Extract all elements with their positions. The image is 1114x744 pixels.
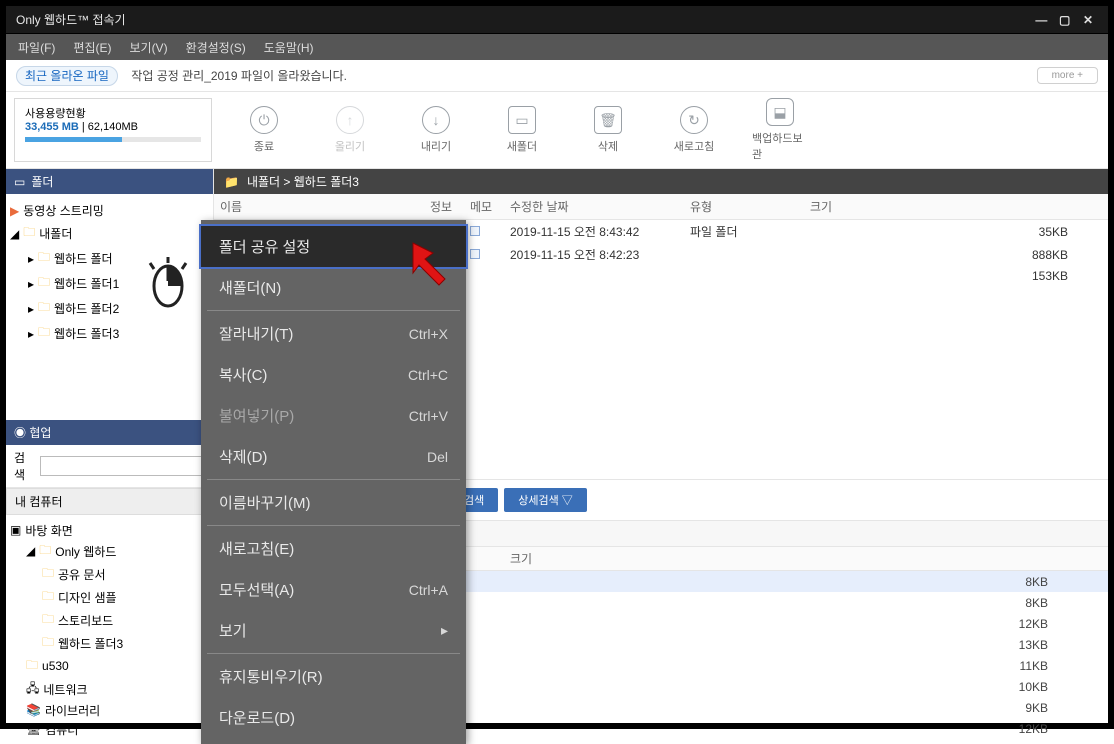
download-icon: ↓ <box>422 106 450 134</box>
mouse-right-click-icon <box>138 251 198 311</box>
upload-icon: ↑ <box>336 106 364 134</box>
maximize-button[interactable]: ▢ <box>1055 13 1075 27</box>
local-share[interactable]: 🗀공유 문서 <box>42 563 209 586</box>
collab-panel-header: ◉ 협업 <box>6 420 213 445</box>
toolbar: ⏻종료 ↑올리기 ↓내리기 ▭새폴더 🗑삭제 ↻새로고침 ⬓백업하드보관 <box>220 92 1108 168</box>
disk-icon: ⬓ <box>766 98 794 126</box>
col-type[interactable]: 유형 <box>684 194 804 220</box>
ctx-delete[interactable]: 삭제(D)Del <box>201 436 466 477</box>
ctx-empty-trash[interactable]: 휴지통비우기(R) <box>201 656 466 697</box>
col-name[interactable]: 이름 <box>214 194 424 220</box>
red-arrow-icon <box>411 241 461 291</box>
tree-streaming[interactable]: ▶동영상 스트리밍 <box>10 200 209 221</box>
folder-icon: 🗀 <box>23 223 35 244</box>
recent-message: 작업 공정 관리_2019 파일이 올라왔습니다. <box>131 69 347 83</box>
local-web3[interactable]: 🗀웹하드 폴더3 <box>42 632 209 655</box>
toolbar-exit[interactable]: ⏻종료 <box>236 106 292 154</box>
local-panel-header: 내 컴퓨터 <box>6 488 213 515</box>
ctx-rename[interactable]: 이름바꾸기(M) <box>201 482 466 523</box>
menu-help[interactable]: 도움말(H) <box>264 39 314 56</box>
context-menu: 폴더 공유 설정 새폴더(N) 잘라내기(T)Ctrl+X 복사(C)Ctrl+… <box>201 220 466 744</box>
toolbar-delete[interactable]: 🗑삭제 <box>580 106 636 154</box>
local-tree: ▣ 바탕 화면 ◢ 🗀Only 웹하드 🗀공유 문서 🗀디자인 샘플 🗀스토리보… <box>6 515 213 741</box>
recent-tag[interactable]: 최근 올라온 파일 <box>16 66 118 86</box>
folder-icon: 🗀 <box>38 298 50 319</box>
local-u530[interactable]: 🗀u530 <box>26 655 209 678</box>
memo-icon[interactable] <box>470 249 480 259</box>
toolbar-backup[interactable]: ⬓백업하드보관 <box>752 98 808 162</box>
close-button[interactable]: ✕ <box>1078 13 1098 27</box>
power-icon: ⏻ <box>250 106 278 134</box>
usage-bar <box>25 137 201 142</box>
col-size[interactable]: 크기 <box>804 194 1108 220</box>
search-label: 검색 <box>14 449 34 483</box>
local-story[interactable]: 🗀스토리보드 <box>42 609 209 632</box>
minimize-button[interactable]: — <box>1031 13 1051 27</box>
recent-bar: 최근 올라온 파일 작업 공정 관리_2019 파일이 올라왔습니다. more… <box>6 60 1108 92</box>
local-design[interactable]: 🗀디자인 샘플 <box>42 586 209 609</box>
toolbar-download[interactable]: ↓내리기 <box>408 106 464 154</box>
trash-icon: 🗑 <box>594 106 622 134</box>
ctx-download[interactable]: 다운로드(D) <box>201 697 466 738</box>
tree-myfolder[interactable]: ◢ 🗀내폴더 <box>10 221 209 246</box>
ctx-paste[interactable]: 불여넣기(P)Ctrl+V <box>201 395 466 436</box>
local-network[interactable]: 🖧 네트워크 <box>26 678 209 701</box>
more-button[interactable]: more + <box>1037 67 1098 84</box>
col-date[interactable]: 수정한 날짜 <box>504 194 684 220</box>
search-advanced-button[interactable]: 상세검색 ▽ <box>504 488 587 512</box>
ctx-select-all[interactable]: 모두선택(A)Ctrl+A <box>201 569 466 610</box>
toolbar-upload[interactable]: ↑올리기 <box>322 106 378 154</box>
remote-breadcrumb: 📁 내폴더 > 웹하드 폴더3 <box>214 169 1108 194</box>
local-library[interactable]: 📚 라이브러리 <box>26 701 209 720</box>
ctx-refresh[interactable]: 새로고침(E) <box>201 528 466 569</box>
remote-search-row: 검색 <box>6 445 213 488</box>
menu-file[interactable]: 파일(F) <box>18 39 55 56</box>
folder-icon: 🗀 <box>38 273 50 294</box>
tree-child[interactable]: ▸ 🗀웹하드 폴더3 <box>28 321 209 346</box>
memo-icon[interactable] <box>470 226 480 236</box>
usage-total: 62,140MB <box>88 121 138 133</box>
menu-view[interactable]: 보기(V) <box>129 39 167 56</box>
ctx-cut[interactable]: 잘라내기(T)Ctrl+X <box>201 313 466 354</box>
menubar: 파일(F) 편집(E) 보기(V) 환경설정(S) 도움말(H) <box>6 34 1108 60</box>
remote-search-input[interactable] <box>40 456 205 476</box>
window-buttons: — ▢ ✕ <box>1031 13 1098 27</box>
folder-panel-header: ▭ 폴더 <box>6 169 213 194</box>
ctx-view[interactable]: 보기▸ <box>201 610 466 651</box>
menu-edit[interactable]: 편집(E) <box>73 39 111 56</box>
toolbar-newfolder[interactable]: ▭새폴더 <box>494 106 550 154</box>
refresh-icon: ↻ <box>680 106 708 134</box>
local-onlyweb[interactable]: ◢ 🗀Only 웹하드 <box>26 540 209 563</box>
local-computer[interactable]: 🖥 컴퓨터 <box>26 720 209 739</box>
app-title: Only 웹하드™ 접속기 <box>16 11 126 28</box>
local-desktop[interactable]: ▣ 바탕 화면 <box>10 521 209 540</box>
titlebar: Only 웹하드™ 접속기 — ▢ ✕ <box>6 6 1108 34</box>
video-icon: ▶ <box>10 204 19 218</box>
ctx-copy[interactable]: 복사(C)Ctrl+C <box>201 354 466 395</box>
folder-icon: ▭ <box>508 106 536 134</box>
usage-box: 사용용량현황 33,455 MB | 62,140MB <box>14 98 212 162</box>
col-memo[interactable]: 메모 <box>464 194 504 220</box>
folder-icon: 🗀 <box>38 323 50 344</box>
toolbar-refresh[interactable]: ↻새로고침 <box>666 106 722 154</box>
menu-settings[interactable]: 환경설정(S) <box>186 39 246 56</box>
usage-label: 사용용량현황 <box>25 105 201 121</box>
usage-used: 33,455 MB <box>25 121 79 133</box>
lcol-size[interactable]: 크기 <box>504 547 1108 571</box>
folder-icon: 🗀 <box>38 248 50 269</box>
col-info[interactable]: 정보 <box>424 194 464 220</box>
